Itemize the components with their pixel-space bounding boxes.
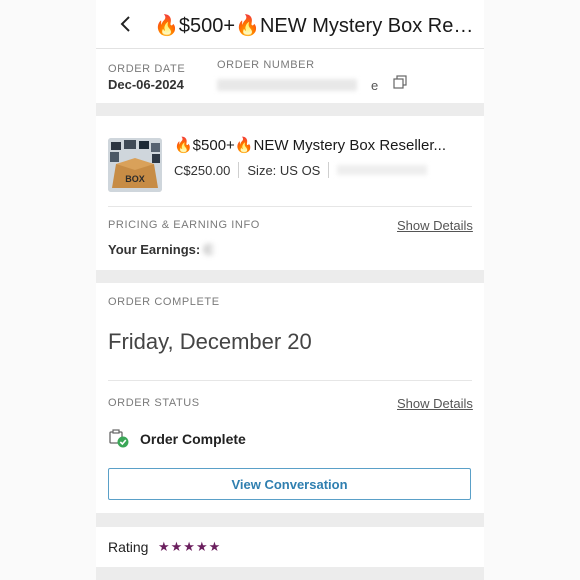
- back-arrow-icon[interactable]: [116, 14, 136, 34]
- item-extra-blurred: [337, 165, 428, 175]
- order-number-blurred: [217, 79, 357, 91]
- rating-stars: ★★★★★: [158, 539, 222, 554]
- rating-label: Rating: [108, 539, 149, 555]
- copy-icon[interactable]: [393, 75, 407, 89]
- order-date-label: ORDER DATE: [108, 63, 186, 75]
- order-info-card: ORDER DATE Dec-06-2024 ORDER NUMBER e: [96, 49, 484, 103]
- thumb-label: BOX: [125, 174, 145, 184]
- item-meta: C$250.00 Size: US OS: [174, 162, 428, 178]
- view-conversation-button[interactable]: View Conversation: [108, 468, 471, 500]
- item-size: Size: US OS: [247, 162, 321, 178]
- page-title: 🔥$500+🔥NEW Mystery Box Res...: [154, 15, 474, 37]
- order-complete-check-icon: [109, 429, 129, 448]
- mystery-box-image: BOX: [108, 138, 162, 192]
- order-number-value: e: [217, 78, 379, 93]
- order-complete-card: ORDER COMPLETE Friday, December 20 ORDER…: [96, 283, 484, 513]
- order-number-label: ORDER NUMBER: [217, 59, 315, 71]
- completion-date: Friday, December 20: [108, 329, 312, 354]
- item-title[interactable]: 🔥$500+🔥NEW Mystery Box Reseller...: [174, 136, 474, 154]
- earnings-label: Your Earnings:: [108, 242, 201, 257]
- order-complete-label: ORDER COMPLETE: [108, 296, 220, 308]
- earnings-value: C: [203, 242, 214, 257]
- section-divider: [108, 206, 472, 207]
- pricing-show-details-link[interactable]: Show Details: [397, 218, 473, 233]
- status-row: Order Complete: [108, 429, 246, 449]
- item-price: C$250.00: [174, 162, 231, 178]
- earnings-row: Your Earnings: C: [108, 242, 213, 257]
- app-screen: 🔥$500+🔥NEW Mystery Box Res... ORDER DATE…: [96, 0, 484, 580]
- pricing-label: PRICING & EARNING INFO: [108, 219, 260, 231]
- status-show-details-link[interactable]: Show Details: [397, 396, 473, 411]
- status-text: Order Complete: [140, 431, 246, 447]
- meta-separator: [328, 162, 330, 178]
- meta-separator: [238, 162, 240, 178]
- item-thumbnail[interactable]: BOX: [108, 138, 162, 192]
- order-date-value: Dec-06-2024: [108, 77, 184, 92]
- rating-card: Rating ★★★★★: [96, 527, 484, 567]
- order-status-label: ORDER STATUS: [108, 397, 200, 409]
- order-number-tail: e: [371, 78, 379, 93]
- top-bar: 🔥$500+🔥NEW Mystery Box Res...: [96, 0, 484, 49]
- section-divider: [108, 380, 472, 381]
- item-card: BOX 🔥$500+🔥NEW Mystery Box Reseller... C…: [96, 116, 484, 270]
